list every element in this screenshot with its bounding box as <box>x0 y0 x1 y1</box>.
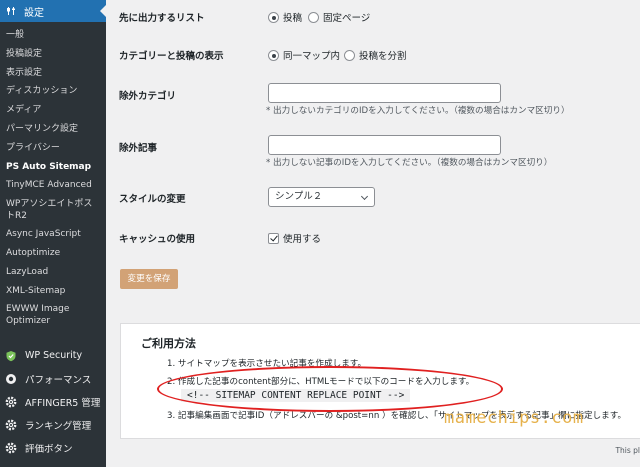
submenu-privacy[interactable]: プライバシー <box>0 139 106 158</box>
style-label: スタイルの変更 <box>119 194 186 205</box>
menu-wp-security-label: WP Security <box>25 350 83 362</box>
submenu-permalink[interactable]: パーマリンク設定 <box>0 120 106 139</box>
submenu-lazyload[interactable]: LazyLoad <box>0 263 106 282</box>
cache-option[interactable]: 使用する <box>268 231 321 245</box>
gear-icon <box>5 396 17 408</box>
radio-option-split-posts[interactable]: 投稿を分割 <box>344 48 407 62</box>
settings-content: 先に出力するリスト 投稿 固定ページ カテゴリーと投稿の表示 同一マップ内 投稿… <box>106 0 640 467</box>
submenu-async-javascript[interactable]: Async JavaScript <box>0 225 106 244</box>
submenu-xml-sitemap[interactable]: XML-Sitemap <box>0 282 106 301</box>
menu-rating-button[interactable]: 評価ボタン <box>0 437 106 460</box>
exclude-post-label: 除外記事 <box>119 143 158 154</box>
menu-ranking[interactable]: ランキング管理 <box>0 414 106 437</box>
highlight-ellipse <box>157 366 503 412</box>
submenu-ewww-image-optimizer[interactable]: EWWW Image Optimizer <box>0 300 106 330</box>
cache-label: キャッシュの使用 <box>119 234 196 245</box>
settings-submenu: 一般 投稿設定 表示設定 ディスカッション メディア パーマリンク設定 プライバ… <box>0 22 106 331</box>
radio-split-posts[interactable] <box>344 50 355 61</box>
radio-option-page[interactable]: 固定ページ <box>308 10 370 24</box>
menu-wp-security[interactable]: WP Security <box>0 344 106 367</box>
radio-option-same-map[interactable]: 同一マップ内 <box>268 48 340 62</box>
footer-text: This pl <box>615 446 640 455</box>
radio-same-map-label: 同一マップ内 <box>283 51 341 62</box>
menu-affinger5-label: AFFINGER5 管理 <box>25 397 101 409</box>
menu-settings[interactable]: 設定 <box>0 0 106 22</box>
usage-title: ご利用方法 <box>141 337 196 350</box>
exclude-post-input[interactable] <box>268 135 501 155</box>
exclude-category-input[interactable] <box>268 83 501 103</box>
menu-rating-button-label: 評価ボタン <box>25 444 73 456</box>
gear-icon <box>5 442 17 454</box>
menu-affinger5[interactable]: AFFINGER5 管理 <box>0 390 106 413</box>
menu-settings-label: 設定 <box>24 7 44 19</box>
radio-post-label: 投稿 <box>283 13 303 24</box>
radio-option-post[interactable]: 投稿 <box>268 10 302 24</box>
radio-same-map[interactable] <box>268 50 279 61</box>
menu-performance[interactable]: パフォーマンス <box>0 367 106 390</box>
chevron-down-icon <box>360 192 369 201</box>
cache-checkbox-label: 使用する <box>283 234 322 245</box>
radio-page-label: 固定ページ <box>323 13 371 24</box>
save-changes-button[interactable]: 変更を保存 <box>120 269 178 289</box>
list-first-label: 先に出力するリスト <box>119 13 205 24</box>
submenu-discussion[interactable]: ディスカッション <box>0 82 106 101</box>
gear-icon <box>5 419 17 431</box>
submenu-autoptimize[interactable]: Autoptimize <box>0 244 106 263</box>
menu-ranking-label: ランキング管理 <box>25 421 92 433</box>
style-select-value: シンプル２ <box>275 191 323 202</box>
radio-post[interactable] <box>268 12 279 23</box>
radio-page[interactable] <box>308 12 319 23</box>
exclude-category-note: * 出力しないカテゴリのIDを入力してください。（複数の場合はカンマ区切り） <box>266 106 570 116</box>
submenu-ps-auto-sitemap[interactable]: PS Auto Sitemap <box>0 158 106 177</box>
exclude-category-label: 除外カテゴリ <box>119 91 177 102</box>
submenu-general[interactable]: 一般 <box>0 26 106 45</box>
radio-split-posts-label: 投稿を分割 <box>359 51 407 62</box>
submenu-wp-associate-post[interactable]: WPアソシエイトポストR2 <box>0 195 106 225</box>
style-select[interactable]: シンプル２ <box>268 187 375 207</box>
cache-checkbox[interactable] <box>268 233 279 244</box>
submenu-reading[interactable]: 表示設定 <box>0 64 106 83</box>
admin-sidebar: 設定 一般 投稿設定 表示設定 ディスカッション メディア パーマリンク設定 プ… <box>0 0 106 467</box>
submenu-media[interactable]: メディア <box>0 101 106 120</box>
watermark: mamechips.com <box>444 408 584 428</box>
submenu-writing[interactable]: 投稿設定 <box>0 45 106 64</box>
exclude-post-note: * 出力しない記事のIDを入力してください。（複数の場合はカンマ区切り） <box>266 158 553 168</box>
shield-icon <box>5 350 17 362</box>
settings-icon <box>6 5 18 17</box>
menu-performance-label: パフォーマンス <box>25 374 92 386</box>
performance-icon <box>5 373 17 385</box>
admin-main-menu: WP Security パフォーマンス AFFINGER5 管理 ランキング管理… <box>0 344 106 460</box>
category-display-label: カテゴリーと投稿の表示 <box>119 51 224 62</box>
submenu-tinymce-advanced[interactable]: TinyMCE Advanced <box>0 176 106 195</box>
